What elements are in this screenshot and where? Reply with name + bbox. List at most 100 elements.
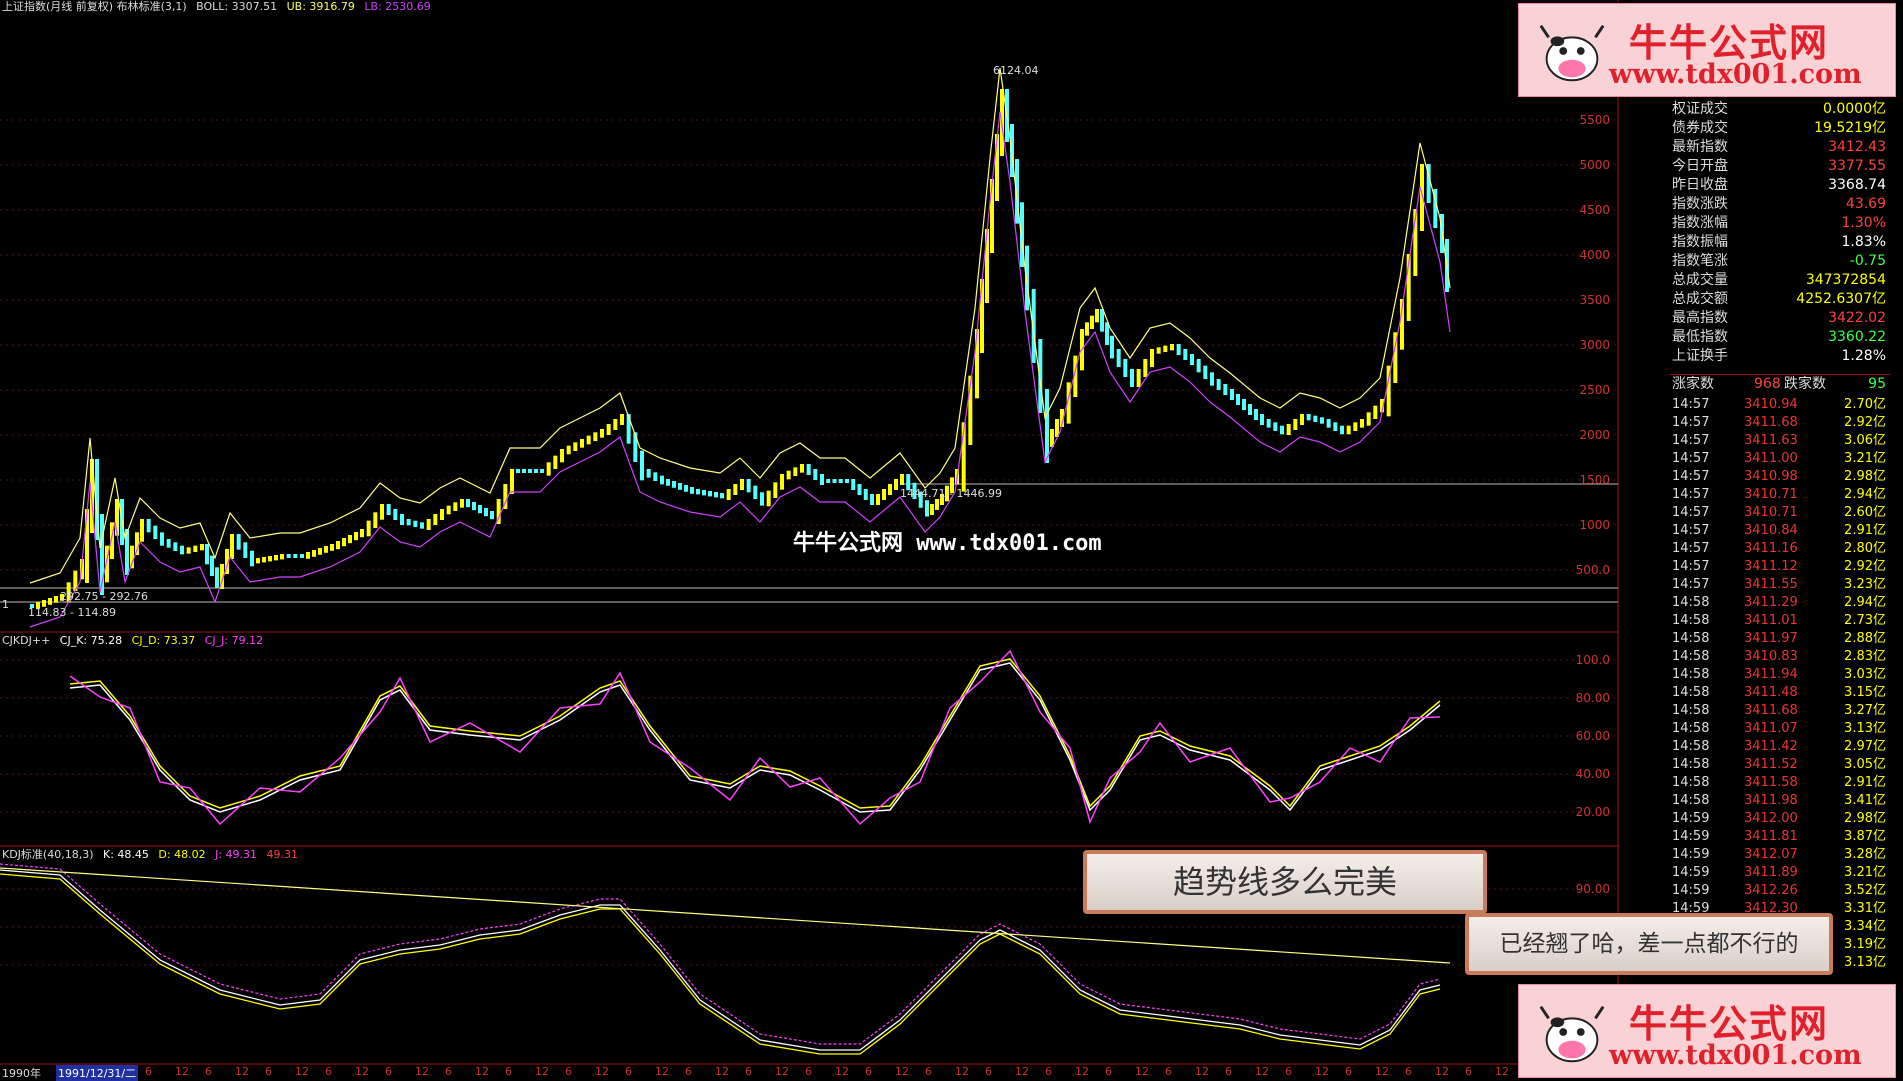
candle	[1360, 419, 1364, 428]
tick-row: 14:58 3411.07 3.13亿	[1670, 720, 1890, 738]
candle	[766, 490, 771, 507]
y-tick-label: 500.0	[1575, 563, 1610, 577]
candle	[166, 539, 171, 548]
candle	[274, 555, 278, 561]
tick-row: 14:58 3411.48 3.15亿	[1670, 684, 1890, 702]
stat-value: -0.75	[1849, 253, 1886, 269]
candle	[606, 424, 611, 435]
candle	[1136, 369, 1141, 387]
x-tick-label: 12	[775, 1065, 789, 1078]
tick-row: 14:57 3410.71 2.94亿	[1670, 486, 1890, 504]
tick-row: 14:57 3411.16 2.80亿	[1670, 540, 1890, 558]
tick-price: 3412.26	[1744, 883, 1798, 898]
y-tick-label: 40.00	[1575, 767, 1610, 781]
candle	[1248, 404, 1252, 415]
tick-volume: 2.88亿	[1844, 631, 1886, 646]
candle	[48, 598, 52, 605]
candle	[146, 519, 151, 533]
candle	[1183, 349, 1188, 360]
tick-time: 14:57	[1672, 487, 1710, 502]
candle	[660, 475, 664, 485]
candle	[1123, 359, 1128, 377]
tick-time: 14:58	[1672, 685, 1710, 700]
main-chart-title: 上证指数(月线 前复权) 布林标准(3,1)	[2, 0, 187, 13]
candle	[173, 542, 178, 551]
kdj-j: J: 49.31	[215, 848, 258, 861]
tick-volume: 3.19亿	[1844, 937, 1886, 952]
candle	[1366, 412, 1371, 426]
site-logo-bottom: 牛牛公式网 www.tdx001.com	[1518, 984, 1896, 1078]
peak-label: 6124.04	[993, 64, 1039, 77]
x-tick-label: 6	[565, 1065, 572, 1078]
x-tick-label: 6	[1285, 1065, 1292, 1078]
tick-volume: 3.13亿	[1844, 955, 1886, 970]
candle	[990, 179, 994, 253]
tick-price: 3412.00	[1744, 811, 1798, 826]
advance-label: 涨家数	[1672, 376, 1714, 392]
stat-label: 最低指数	[1672, 329, 1728, 345]
tick-time: 14:58	[1672, 739, 1710, 754]
candle	[793, 467, 798, 476]
stat-value: 43.69	[1845, 196, 1886, 212]
tick-row: 14:59 3411.81 3.87亿	[1670, 828, 1890, 846]
candle	[262, 557, 266, 563]
stat-label: 总成交额	[1672, 291, 1728, 307]
tick-row: 14:59 3412.07 3.28亿	[1670, 846, 1890, 864]
x-tick-label: 6	[205, 1065, 212, 1078]
tick-volume: 3.27亿	[1844, 703, 1886, 718]
tick-price: 3410.71	[1744, 505, 1798, 520]
candle	[832, 479, 837, 483]
candle	[851, 479, 856, 490]
x-tick-label: 12	[1015, 1065, 1029, 1078]
candle	[348, 535, 352, 544]
tick-volume: 3.52亿	[1844, 883, 1886, 898]
candle	[330, 544, 334, 551]
stat-row: 上证换手 1.28%	[1670, 347, 1890, 366]
candle	[215, 567, 219, 588]
candle	[280, 554, 284, 560]
tick-row: 14:58 3411.42 2.97亿	[1670, 738, 1890, 756]
candle	[293, 554, 298, 558]
tick-price: 3411.16	[1744, 541, 1798, 556]
stat-label: 总成交量	[1672, 272, 1728, 288]
candle	[786, 470, 791, 480]
bottom-band-label: 292.75 - 292.76	[60, 590, 148, 603]
candle	[740, 479, 744, 490]
cow-mascot-icon	[1539, 24, 1605, 82]
candle	[230, 534, 234, 559]
x-tick-label: 6	[385, 1065, 392, 1078]
candle	[386, 504, 391, 515]
x-tick-label: 6	[925, 1065, 932, 1078]
tick-price: 3411.68	[1744, 703, 1798, 718]
tick-price: 3411.68	[1744, 415, 1798, 430]
tick-volume: 2.94亿	[1844, 487, 1886, 502]
x-tick-label: 6	[265, 1065, 272, 1078]
y-tick-label: 1500	[1579, 473, 1610, 487]
candle	[1163, 345, 1168, 352]
candle	[1100, 309, 1104, 332]
candle	[1254, 409, 1258, 420]
candle	[1306, 414, 1311, 421]
tick-volume: 2.91亿	[1844, 775, 1886, 790]
candle	[1373, 405, 1378, 419]
tick-time: 14:57	[1672, 523, 1710, 538]
stat-label: 指数笔涨	[1672, 253, 1728, 269]
candle	[1105, 322, 1109, 345]
y-tick-label: 80.00	[1575, 691, 1610, 705]
candle	[1223, 384, 1228, 395]
stat-label: 权证成交	[1672, 101, 1728, 117]
chart-area[interactable]: 上证指数(月线 前复权) 布林标准(3,1) BOLL: 3307.51 UB:…	[0, 0, 1620, 1081]
stat-row: 债券成交 19.5219亿	[1670, 119, 1890, 138]
candle	[1150, 349, 1154, 367]
y-tick-label: 20.00	[1575, 805, 1610, 819]
warped-callout-text: 已经翘了哈，差一点都不行的	[1499, 931, 1799, 957]
tick-volume: 3.15亿	[1844, 685, 1886, 700]
candle	[318, 548, 322, 555]
candle	[613, 419, 618, 430]
candle	[640, 450, 644, 481]
x-tick-label: 12	[1375, 1065, 1389, 1078]
candle	[286, 554, 291, 558]
candle	[580, 439, 584, 448]
tick-row: 14:58 3411.98 3.41亿	[1670, 792, 1890, 810]
y-tick-label: 4500	[1579, 203, 1610, 217]
